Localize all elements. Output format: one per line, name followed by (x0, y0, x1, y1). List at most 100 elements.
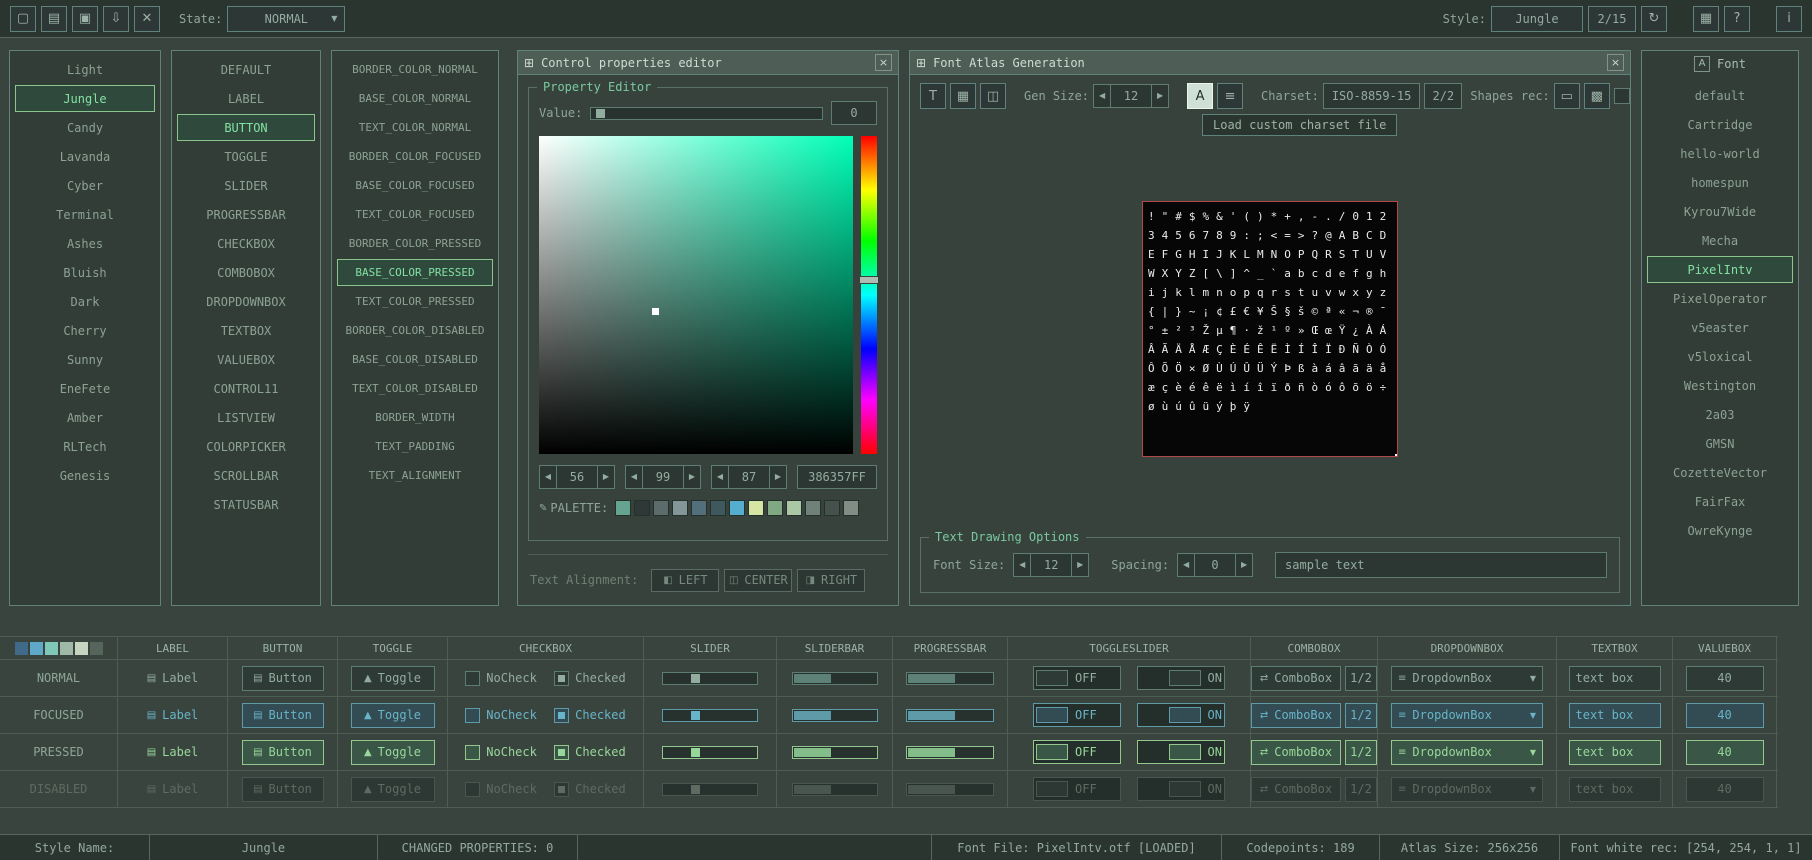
demo-checkbox-checked[interactable]: Checked (554, 671, 626, 686)
demo-textbox[interactable]: text box (1569, 666, 1661, 691)
palette-swatch[interactable] (710, 500, 726, 516)
demo-checkbox-checked[interactable]: Checked (554, 782, 626, 797)
font-list-item[interactable]: CozetteVector (1647, 459, 1793, 486)
control-list-item[interactable]: TEXTBOX (177, 317, 315, 344)
font-list-item[interactable]: Mecha (1647, 227, 1793, 254)
demo-combobox[interactable]: ⇄ ComboBox (1251, 777, 1341, 802)
demo-dropdownbox[interactable]: ≡ DropdownBox ▼ (1391, 740, 1543, 765)
demo-combobox[interactable]: ⇄ ComboBox (1251, 666, 1341, 691)
atlas-window-titlebar[interactable]: ⊞ Font Atlas Generation × (910, 51, 1630, 75)
font-list-item[interactable]: homespun (1647, 169, 1793, 196)
style-list-item[interactable]: Terminal (15, 201, 155, 228)
property-list-item[interactable]: TEXT_PADDING (337, 433, 493, 460)
palette-swatch[interactable] (634, 500, 650, 516)
demo-checkbox-unchecked[interactable]: NoCheck (465, 745, 537, 760)
state-dropdown[interactable]: NORMAL ▼ (227, 6, 345, 32)
screenshot-button[interactable]: ▦ (1693, 6, 1719, 32)
demo-textbox[interactable]: text box (1569, 777, 1661, 802)
demo-toggle[interactable]: ▲ Toggle (351, 777, 435, 802)
style-list-item[interactable]: Candy (15, 114, 155, 141)
property-list-item[interactable]: TEXT_COLOR_PRESSED (337, 288, 493, 315)
demo-button[interactable]: ▤ Button (242, 666, 324, 691)
demo-sliderbar[interactable] (792, 672, 878, 685)
palette-swatch[interactable] (653, 500, 669, 516)
control-list-item[interactable]: COMBOBOX (177, 259, 315, 286)
sample-text-input[interactable] (1275, 552, 1607, 578)
font-list-item[interactable]: Cartridge (1647, 111, 1793, 138)
open-style-button[interactable]: ▤ (41, 6, 67, 32)
shapes-fill-button[interactable]: ▩ (1584, 83, 1610, 109)
demo-dropdownbox[interactable]: ≡ DropdownBox ▼ (1391, 777, 1543, 802)
control-list-item[interactable]: VALUEBOX (177, 346, 315, 373)
atlas-mode-button[interactable]: ◫ (980, 83, 1006, 109)
demo-button[interactable]: ▤ Button (242, 740, 324, 765)
palette-swatch[interactable] (786, 500, 802, 516)
hex-value-box[interactable]: 386357FF (797, 465, 877, 489)
hue-bar[interactable] (861, 136, 877, 454)
style-list-item[interactable]: Cherry (15, 317, 155, 344)
property-list-item[interactable]: TEXT_COLOR_FOCUSED (337, 201, 493, 228)
demo-dropdownbox[interactable]: ≡ DropdownBox ▼ (1391, 666, 1543, 691)
spinner-right-icon[interactable]: ▶ (597, 465, 615, 489)
property-list-item[interactable]: BORDER_COLOR_DISABLED (337, 317, 493, 344)
demo-toggle[interactable]: ▲ Toggle (351, 703, 435, 728)
spinner-left-icon[interactable]: ◀ (1013, 553, 1031, 577)
property-list-item[interactable]: BORDER_COLOR_FOCUSED (337, 143, 493, 170)
demo-combobox[interactable]: ⇄ ComboBox (1251, 703, 1341, 728)
control-list-item[interactable]: BUTTON (177, 114, 315, 141)
demo-slider[interactable] (662, 783, 758, 796)
palette-swatch[interactable] (672, 500, 688, 516)
font-size-value[interactable]: 12 (1031, 553, 1071, 577)
demo-valuebox[interactable]: 40 (1686, 703, 1764, 728)
font-list-item[interactable]: GMSN (1647, 430, 1793, 457)
demo-combobox[interactable]: ⇄ ComboBox (1251, 740, 1341, 765)
reload-style-button[interactable]: ↻ (1641, 6, 1667, 32)
demo-slider[interactable] (662, 709, 758, 722)
slider-handle[interactable] (691, 785, 700, 794)
font-list-item[interactable]: v5loxical (1647, 343, 1793, 370)
atlas-view-button[interactable]: ▦ (950, 83, 976, 109)
spinner-right-icon[interactable]: ▶ (1235, 553, 1253, 577)
spinner-left-icon[interactable]: ◀ (1093, 84, 1111, 108)
hue-handle[interactable] (859, 276, 879, 284)
toggleslider-handle[interactable] (1036, 744, 1068, 760)
style-list-item[interactable]: EneFete (15, 375, 155, 402)
combobox-counter-button[interactable]: 1/2 (1345, 703, 1377, 728)
demo-slider[interactable] (662, 672, 758, 685)
spinner-right-icon[interactable]: ▶ (769, 465, 787, 489)
font-list-item[interactable]: 2a03 (1647, 401, 1793, 428)
style-list-item[interactable]: Amber (15, 404, 155, 431)
demo-sliderbar[interactable] (792, 709, 878, 722)
font-list-item[interactable]: FairFax (1647, 488, 1793, 515)
spacing-value[interactable]: 0 (1195, 553, 1235, 577)
close-icon[interactable]: × (875, 54, 892, 71)
toggleslider-handle[interactable] (1169, 670, 1201, 686)
font-list-item[interactable]: Westington (1647, 372, 1793, 399)
font-list-item[interactable]: OwreKynge (1647, 517, 1793, 544)
combobox-counter-button[interactable]: 1/2 (1345, 740, 1377, 765)
alignment-button[interactable]: ◫ CENTER (724, 569, 792, 592)
demo-toggleslider-off[interactable]: OFF (1033, 740, 1121, 764)
load-charset-button[interactable]: A (1187, 83, 1213, 109)
demo-toggleslider-on[interactable]: ON (1137, 777, 1225, 801)
demo-dropdownbox[interactable]: ≡ DropdownBox ▼ (1391, 703, 1543, 728)
spinner-left-icon[interactable]: ◀ (539, 465, 557, 489)
palette-swatch[interactable] (767, 500, 783, 516)
style-list-item[interactable]: Jungle (15, 85, 155, 112)
style-list-item[interactable]: Cyber (15, 172, 155, 199)
property-list-item[interactable]: BASE_COLOR_DISABLED (337, 346, 493, 373)
palette-swatch[interactable] (748, 500, 764, 516)
font-list-item[interactable]: PixelOperator (1647, 285, 1793, 312)
charset-list-button[interactable]: ≡ (1217, 83, 1243, 109)
control-list-item[interactable]: TOGGLE (177, 143, 315, 170)
combobox-counter-button[interactable]: 1/2 (1345, 666, 1377, 691)
property-list-item[interactable]: BORDER_WIDTH (337, 404, 493, 431)
help-button[interactable]: ? (1724, 6, 1750, 32)
style-list-item[interactable]: Bluish (15, 259, 155, 286)
property-list-item[interactable]: BORDER_COLOR_NORMAL (337, 56, 493, 83)
font-atlas-image[interactable]: !"#$%&'()*+,-./0123456789:;<=>?@ABCDEFGH… (1142, 201, 1398, 457)
toggleslider-handle[interactable] (1169, 781, 1201, 797)
property-list-item[interactable]: BASE_COLOR_PRESSED (337, 259, 493, 286)
demo-button[interactable]: ▤ Button (242, 703, 324, 728)
font-list-item[interactable]: PixelIntv (1647, 256, 1793, 283)
